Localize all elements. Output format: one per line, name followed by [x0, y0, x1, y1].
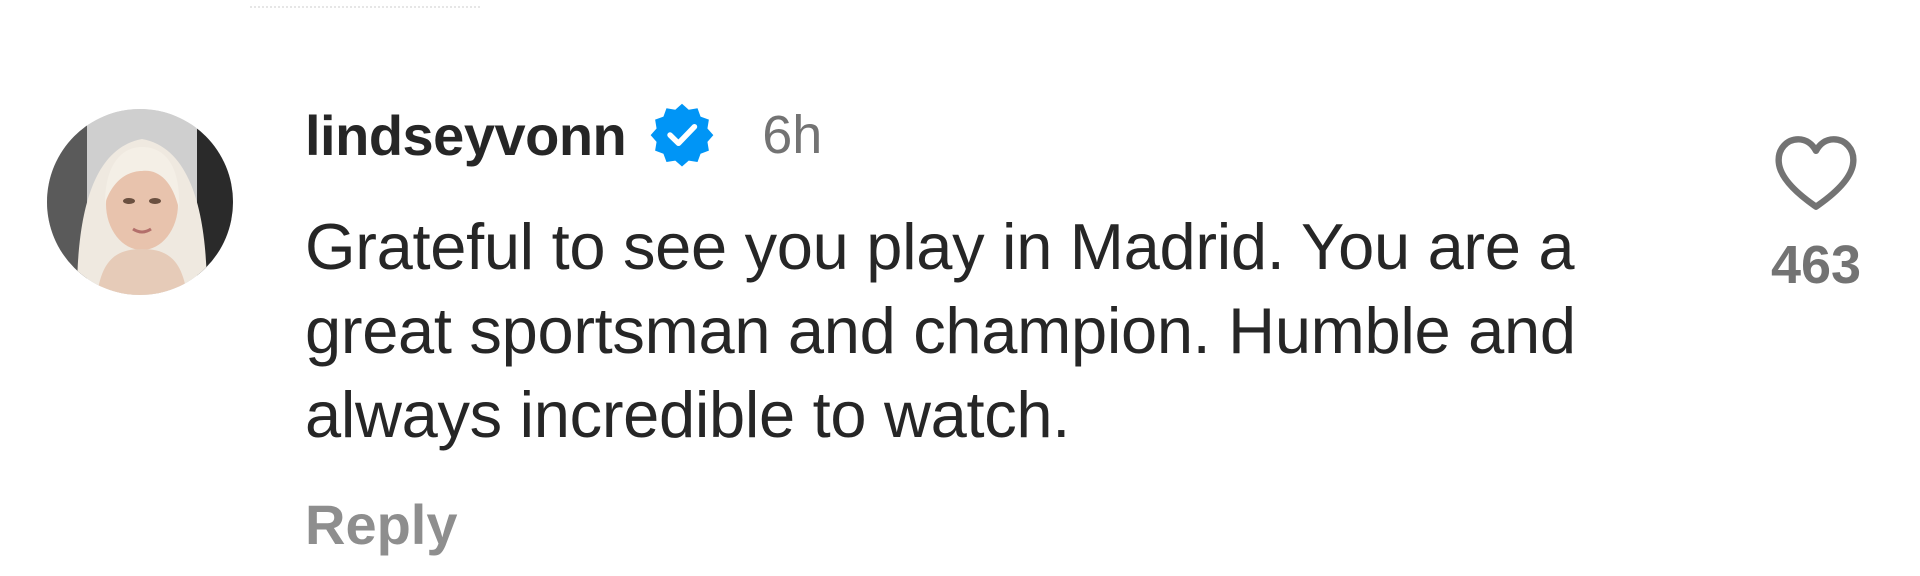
divider — [250, 6, 480, 8]
verified-badge-icon — [650, 103, 714, 167]
reply-button[interactable]: Reply — [305, 492, 458, 557]
comment-text: Grateful to see you play in Madrid. You … — [305, 210, 1576, 451]
comment-container: lindseyvonn 6h Grateful to see you play … — [0, 0, 1920, 576]
username-link[interactable]: lindseyvonn — [305, 103, 627, 168]
like-area: 463 — [1736, 134, 1896, 296]
timestamp[interactable]: 6h — [762, 104, 822, 166]
avatar-image — [47, 109, 233, 295]
comment-header: lindseyvonn 6h — [305, 100, 822, 170]
heart-outline-icon[interactable] — [1773, 134, 1859, 212]
avatar[interactable] — [47, 109, 233, 295]
like-count: 463 — [1770, 235, 1862, 295]
